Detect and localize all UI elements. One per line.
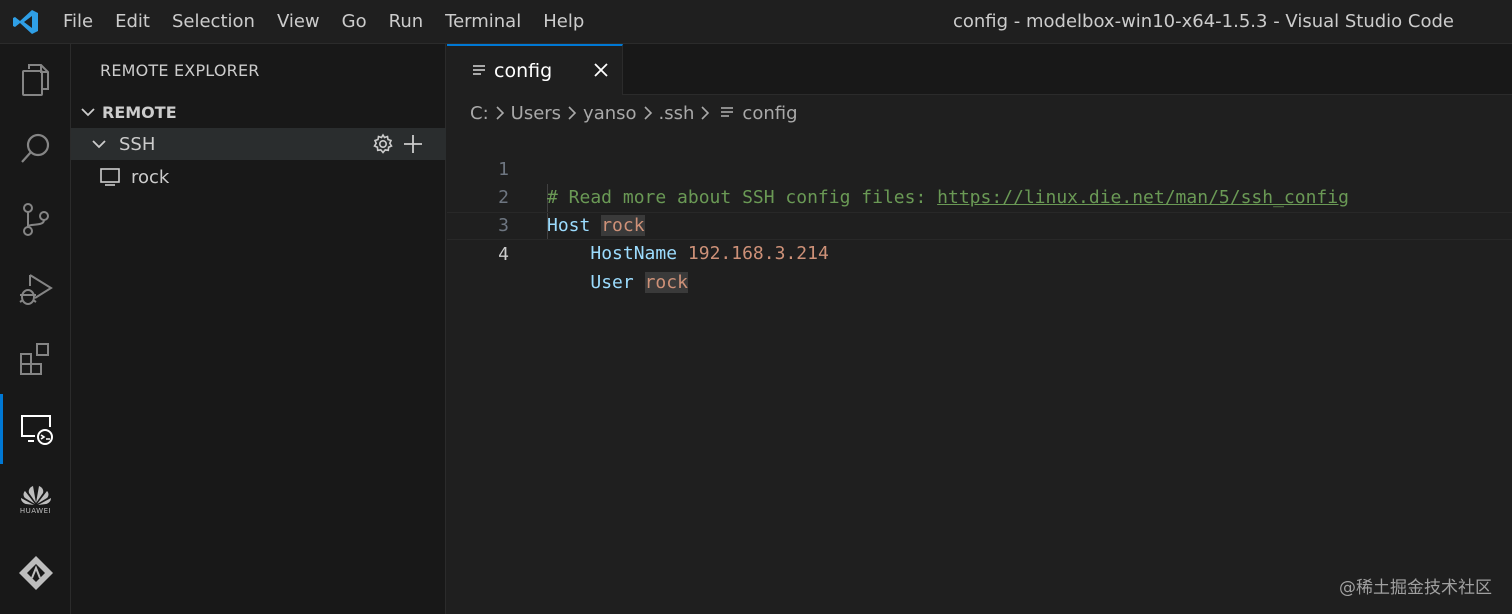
code-line[interactable]: 3 HostName 192.168.3.214 <box>447 184 1512 264</box>
huawei-text: HUAWEI <box>19 507 52 515</box>
add-icon[interactable] <box>402 133 424 155</box>
menu-file[interactable]: File <box>52 0 104 44</box>
menu-edit[interactable]: Edit <box>104 0 161 44</box>
breadcrumb-item-config[interactable]: config <box>742 103 797 124</box>
menu-go[interactable]: Go <box>331 0 378 44</box>
value-token: rock <box>644 272 688 293</box>
close-icon[interactable] <box>593 62 609 78</box>
activity-run-debug[interactable] <box>0 254 71 324</box>
huawei-icon <box>20 486 51 505</box>
activity-bar: HUAWEI <box>0 44 71 614</box>
code-editor[interactable]: 1 # Read more about SSH config files: ht… <box>447 128 1512 293</box>
section-remote-header[interactable]: REMOTE <box>71 96 446 128</box>
tree-item-ssh[interactable]: SSH <box>71 128 446 160</box>
tree-item-ssh-label: SSH <box>119 133 156 155</box>
ssh-actions <box>372 132 424 156</box>
modelarts-icon <box>18 556 53 590</box>
chevron-right-icon <box>643 106 652 120</box>
tab-label: config <box>494 60 553 82</box>
menu-terminal[interactable]: Terminal <box>434 0 532 44</box>
keyword-token: HostName <box>590 243 678 264</box>
window-title: config - modelbox-win10-x64-1.5.3 - Visu… <box>952 11 1454 32</box>
editor-area: config C: Users yanso .ssh config 1 # Re… <box>447 44 1512 614</box>
monitor-icon <box>100 168 120 186</box>
remote-explorer-icon <box>21 415 53 445</box>
menu-selection[interactable]: Selection <box>161 0 266 44</box>
tree-item-host-rock[interactable]: rock <box>71 161 446 193</box>
breadcrumb-item-users[interactable]: Users <box>511 103 561 124</box>
chevron-right-icon <box>496 106 504 120</box>
tab-config[interactable]: config <box>447 44 623 95</box>
source-control-icon <box>22 203 49 236</box>
chevron-down-icon <box>92 140 106 149</box>
activity-modelarts[interactable] <box>0 538 71 608</box>
tab-bar: config <box>447 44 1512 95</box>
activity-search[interactable] <box>0 114 71 184</box>
section-remote-label: REMOTE <box>102 102 177 122</box>
menu-run[interactable]: Run <box>378 0 435 44</box>
value-token: 192.168.3.214 <box>687 243 829 264</box>
extensions-icon <box>19 343 49 375</box>
explorer-icon <box>21 64 49 96</box>
menu-help[interactable]: Help <box>532 0 595 44</box>
code-line-current[interactable]: 4 User rock <box>447 212 1512 293</box>
watermark: @稀土掘金技术社区 <box>1339 578 1492 598</box>
menu-view[interactable]: View <box>266 0 331 44</box>
activity-extensions[interactable] <box>0 324 71 394</box>
activity-explorer[interactable] <box>0 44 71 114</box>
chevron-down-icon <box>81 108 95 117</box>
code-line[interactable]: 2 Host rock <box>447 156 1512 236</box>
sidebar-title: REMOTE EXPLORER <box>100 61 260 80</box>
title-bar: File Edit Selection View Go Run Terminal… <box>0 0 1512 44</box>
breadcrumb-item-drive[interactable]: C: <box>470 103 489 124</box>
file-lines-icon <box>473 65 485 75</box>
keyword-token: User <box>590 272 634 293</box>
activity-remote-explorer[interactable] <box>0 394 71 464</box>
vscode-logo-icon[interactable] <box>12 8 40 36</box>
remote-explorer-sidebar: REMOTE EXPLORER REMOTE SSH rock <box>71 44 446 614</box>
menu-bar: File Edit Selection View Go Run Terminal… <box>52 0 595 44</box>
line-number: 4 <box>498 244 509 265</box>
chevron-right-icon <box>568 106 577 120</box>
tree-item-host-label: rock <box>131 166 170 188</box>
activity-source-control[interactable] <box>0 184 71 254</box>
code-line[interactable]: 1 # Read more about SSH config files: ht… <box>447 128 1512 208</box>
gear-icon[interactable] <box>372 133 394 155</box>
breadcrumb-item-yanso[interactable]: yanso <box>583 103 636 124</box>
breadcrumb: C: Users yanso .ssh config <box>470 100 798 126</box>
search-icon <box>20 133 49 163</box>
run-debug-icon <box>18 274 53 305</box>
file-lines-icon <box>721 107 734 117</box>
activity-huawei[interactable]: HUAWEI <box>0 464 71 534</box>
chevron-right-icon <box>701 106 710 120</box>
breadcrumb-item-ssh[interactable]: .ssh <box>659 103 695 124</box>
